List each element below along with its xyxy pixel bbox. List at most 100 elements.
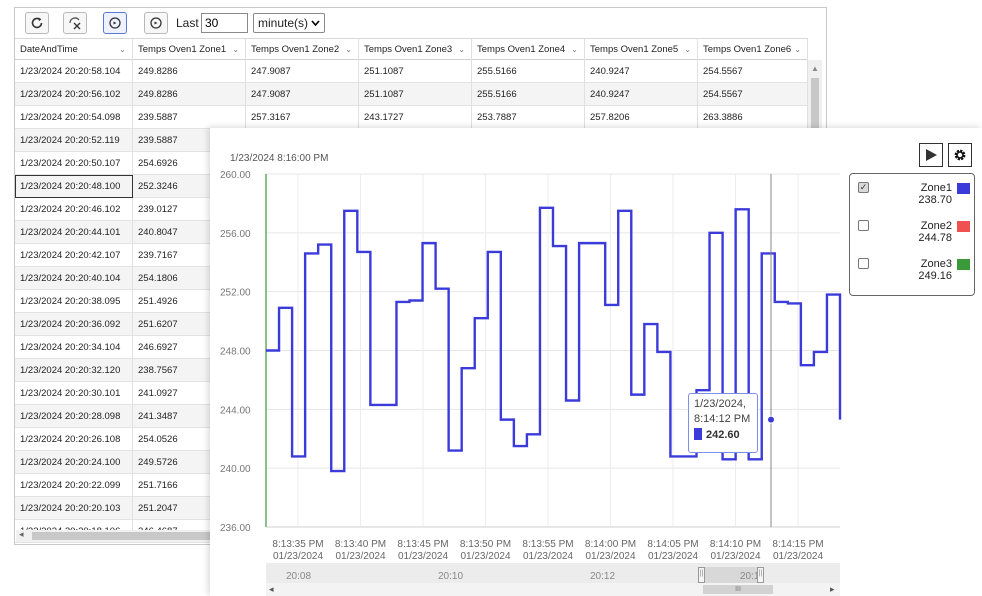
chevron-down-icon[interactable]: ⌄ — [571, 39, 578, 61]
legend-value: 249.16 — [918, 270, 952, 282]
legend-item-zone1[interactable]: ✓ Zone1 238.70 — [858, 182, 970, 214]
clear-filter-icon — [69, 17, 81, 30]
table-cell[interactable]: 243.1727 — [359, 106, 472, 129]
table-cell[interactable]: 254.5567 — [698, 83, 808, 106]
legend-item-zone3[interactable]: Zone3 249.16 — [858, 258, 970, 290]
table-cell[interactable]: 1/23/2024 20:20:34.104 — [15, 336, 133, 359]
table-cell[interactable]: 1/23/2024 20:20:36.092 — [15, 313, 133, 336]
legend-checkbox-zone2[interactable] — [858, 220, 869, 231]
table-row[interactable]: 1/23/2024 20:20:56.102 249.8286 247.9087 25… — [15, 83, 808, 106]
play-button[interactable] — [919, 143, 943, 167]
column-header[interactable]: Temps Oven1 Zone4 ⌄ — [472, 39, 585, 61]
table-cell[interactable]: 1/23/2024 20:20:22.099 — [15, 474, 133, 497]
x-tick-date-label: 01/23/2024 — [710, 551, 760, 562]
table-cell[interactable]: 249.8286 — [133, 60, 246, 83]
legend-checkbox-zone3[interactable] — [858, 258, 869, 269]
column-header[interactable]: Temps Oven1 Zone5 ⌄ — [585, 39, 698, 61]
grid-horizontal-scrollbar[interactable]: ◂ — [16, 529, 216, 542]
legend-checkbox-zone1[interactable]: ✓ — [858, 182, 869, 193]
table-cell[interactable]: 251.1087 — [359, 60, 472, 83]
x-tick-date-label: 01/23/2024 — [335, 551, 385, 562]
table-cell[interactable]: 255.5166 — [472, 83, 585, 106]
table-cell[interactable]: 1/23/2024 20:20:38.095 — [15, 290, 133, 313]
table-cell[interactable]: 1/23/2024 20:20:54.098 — [15, 106, 133, 129]
table-cell[interactable]: 1/23/2024 20:20:28.098 — [15, 405, 133, 428]
time-unit-value: minute(s) — [258, 16, 309, 30]
clear-filter-button[interactable] — [63, 12, 87, 34]
last-label: Last — [176, 16, 199, 30]
chevron-down-icon[interactable]: ⌄ — [119, 39, 126, 61]
table-cell[interactable]: 1/23/2024 20:20:52.119 — [15, 129, 133, 152]
navigator-right-handle[interactable]: || — [757, 567, 764, 583]
table-cell[interactable]: 1/23/2024 20:20:30.101 — [15, 382, 133, 405]
chevron-down-icon[interactable]: ⌄ — [794, 39, 801, 61]
navigator-scroll-thumb[interactable]: III — [703, 585, 773, 594]
y-tick-label: 256.00 — [220, 229, 251, 240]
table-row[interactable]: 1/23/2024 20:20:58.104 249.8286 247.9087 25… — [15, 60, 808, 83]
live-mode-button[interactable] — [103, 12, 127, 34]
table-cell[interactable]: 1/23/2024 20:20:20.103 — [15, 497, 133, 520]
chart-tooltip: 1/23/2024, 8:14:12 PM 242.60 — [688, 393, 758, 453]
table-cell[interactable]: 1/23/2024 20:20:56.102 — [15, 83, 133, 106]
scroll-left-arrow-icon[interactable]: ◂ — [19, 529, 24, 540]
table-cell[interactable]: 257.3167 — [246, 106, 359, 129]
table-cell[interactable]: 253.7887 — [472, 106, 585, 129]
column-header[interactable]: DateAndTime ⌄ — [15, 39, 133, 61]
hover-marker — [767, 415, 775, 424]
legend-name: Zone1 — [920, 182, 952, 194]
x-tick-date-label: 01/23/2024 — [523, 551, 573, 562]
column-header-label: Temps Oven1 Zone3 — [364, 44, 453, 55]
table-cell[interactable]: 1/23/2024 20:20:24.100 — [15, 451, 133, 474]
table-cell[interactable]: 1/23/2024 20:20:40.104 — [15, 267, 133, 290]
table-cell[interactable]: 1/23/2024 20:20:58.104 — [15, 60, 133, 83]
grid-horizontal-scroll-thumb[interactable] — [32, 532, 212, 540]
table-cell[interactable]: 249.8286 — [133, 83, 246, 106]
x-tick-time-label: 8:13:45 PM — [397, 539, 448, 550]
table-cell[interactable]: 1/23/2024 20:20:48.100 — [15, 175, 133, 198]
table-cell[interactable]: 240.9247 — [585, 60, 698, 83]
column-header[interactable]: Temps Oven1 Zone2 ⌄ — [246, 39, 359, 61]
table-row[interactable]: 1/23/2024 20:20:54.098 239.5887 257.3167 24… — [15, 106, 808, 129]
x-tick-time-label: 8:14:10 PM — [710, 539, 761, 550]
x-tick-time-label: 8:13:50 PM — [460, 539, 511, 550]
table-cell[interactable]: 257.8206 — [585, 106, 698, 129]
navigator-scrollbar[interactable]: ◂ III ▸ — [266, 583, 840, 596]
column-header[interactable]: Temps Oven1 Zone1 ⌄ — [133, 39, 246, 61]
history-icon — [150, 17, 162, 29]
time-unit-select[interactable]: minute(s) — [253, 13, 325, 33]
history-button[interactable] — [144, 12, 168, 34]
navigator-scroll-left-icon[interactable]: ◂ — [269, 583, 274, 596]
column-header[interactable]: Temps Oven1 Zone6 ⌄ — [698, 39, 808, 61]
table-cell[interactable]: 1/23/2024 20:20:26.108 — [15, 428, 133, 451]
chevron-down-icon[interactable]: ⌄ — [684, 39, 691, 61]
column-header-label: Temps Oven1 Zone5 — [590, 44, 679, 55]
table-cell[interactable]: 1/23/2024 20:20:32.120 — [15, 359, 133, 382]
x-tick-time-label: 8:14:05 PM — [647, 539, 698, 550]
chevron-down-icon[interactable]: ⌄ — [345, 39, 352, 61]
y-tick-label: 260.00 — [220, 170, 251, 181]
table-cell[interactable]: 247.9087 — [246, 83, 359, 106]
table-cell[interactable]: 255.5166 — [472, 60, 585, 83]
chevron-down-icon[interactable]: ⌄ — [232, 39, 239, 61]
last-duration-input[interactable] — [201, 13, 248, 33]
navigator-left-handle[interactable]: || — [698, 567, 705, 583]
table-cell[interactable]: 1/23/2024 20:20:46.102 — [15, 198, 133, 221]
table-cell[interactable]: 263.3886 — [698, 106, 808, 129]
refresh-button[interactable] — [25, 12, 49, 34]
table-cell[interactable]: 254.5567 — [698, 60, 808, 83]
table-cell[interactable]: 1/23/2024 20:20:44.101 — [15, 221, 133, 244]
gear-icon — [954, 149, 966, 161]
chevron-down-icon[interactable]: ⌄ — [458, 39, 465, 61]
table-cell[interactable]: 247.9087 — [246, 60, 359, 83]
table-cell[interactable]: 251.1087 — [359, 83, 472, 106]
scroll-up-arrow-icon[interactable]: ▲ — [811, 64, 819, 73]
x-tick-date-label: 01/23/2024 — [460, 551, 510, 562]
table-cell[interactable]: 1/23/2024 20:20:42.107 — [15, 244, 133, 267]
table-cell[interactable]: 239.5887 — [133, 106, 246, 129]
table-cell[interactable]: 240.9247 — [585, 83, 698, 106]
column-header[interactable]: Temps Oven1 Zone3 ⌄ — [359, 39, 472, 61]
legend-item-zone2[interactable]: Zone2 244.78 — [858, 220, 970, 252]
navigator-scroll-right-icon[interactable]: ▸ — [830, 583, 835, 596]
settings-button[interactable] — [948, 143, 972, 167]
table-cell[interactable]: 1/23/2024 20:20:50.107 — [15, 152, 133, 175]
